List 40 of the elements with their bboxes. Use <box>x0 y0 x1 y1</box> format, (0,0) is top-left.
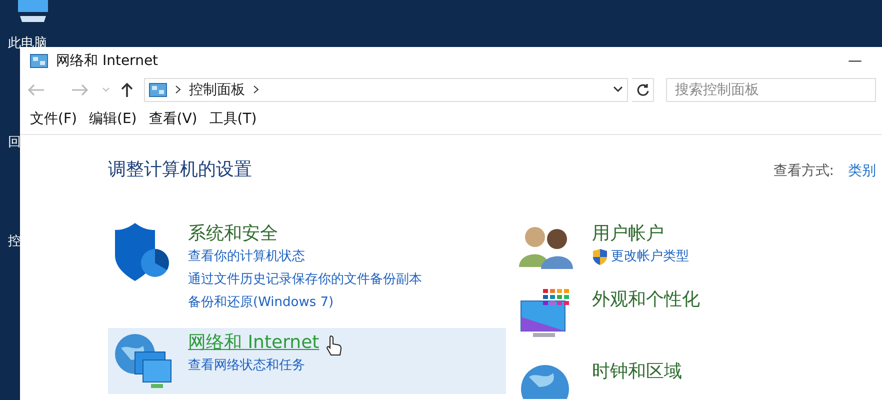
category[interactable]: 外观和个性化 <box>512 285 876 347</box>
category[interactable]: 系统和安全 查看你的计算机状态 通过文件历史记录保存你的文件备份副本 备份和还原(Windows 7) <box>108 219 506 318</box>
category[interactable]: 用户帐户 更改帐户类型 <box>512 219 876 275</box>
chevron-icon[interactable] <box>253 85 259 94</box>
category[interactable]: 时钟和区域 <box>512 357 876 400</box>
menu-item[interactable]: 查看(V) <box>148 110 198 128</box>
hand-cursor-icon <box>326 335 342 357</box>
view-by-label: 查看方式: <box>773 162 834 180</box>
search-field[interactable]: 搜索控制面板 <box>666 78 876 102</box>
computer-icon[interactable] <box>16 0 50 24</box>
category-highlight[interactable]: 网络和 Internet 查看网络状态和任务 <box>108 328 506 394</box>
desktop-icon-label[interactable]: 回 <box>8 133 21 151</box>
window-title: 网络和 Internet <box>56 52 160 70</box>
refresh-icon <box>636 82 650 97</box>
category-link[interactable]: 查看网络状态和任务 <box>188 354 305 377</box>
menu-item[interactable]: 工具(T) <box>209 110 257 128</box>
page-heading: 调整计算机的设置 <box>108 158 253 181</box>
view-by-link[interactable]: 类别 <box>848 162 876 180</box>
refresh-button[interactable] <box>632 78 654 102</box>
shield-icon <box>592 248 608 266</box>
up-icon[interactable] <box>120 82 134 98</box>
category-link[interactable]: 查看你的计算机状态 <box>188 245 305 268</box>
control-panel-icon <box>149 82 167 97</box>
breadcrumb[interactable]: 控制面板 <box>189 80 245 99</box>
category-title[interactable]: 用户帐户 <box>592 221 664 245</box>
address-bar[interactable]: 控制面板 <box>144 78 628 102</box>
menu-item[interactable]: 编辑(E) <box>88 110 137 128</box>
category-title[interactable]: 外观和个性化 <box>592 287 700 311</box>
category-title[interactable]: 系统和安全 <box>188 221 278 245</box>
control-panel-icon <box>30 54 48 68</box>
category-title[interactable]: 时钟和区域 <box>592 359 682 383</box>
desktop-icon-label[interactable]: 控 <box>8 232 21 250</box>
category-link[interactable]: 通过文件历史记录保存你的文件备份副本 <box>188 268 422 291</box>
category-link[interactable]: 备份和还原(Windows 7) <box>188 291 334 314</box>
dropdown-icon[interactable] <box>613 86 623 94</box>
chevron-icon <box>175 85 181 94</box>
minimize-button[interactable]: — <box>838 53 872 70</box>
shield-icon <box>115 221 171 283</box>
menu-item[interactable]: 文件(F) <box>30 110 77 128</box>
category-link[interactable]: 更改帐户类型 <box>592 245 689 268</box>
